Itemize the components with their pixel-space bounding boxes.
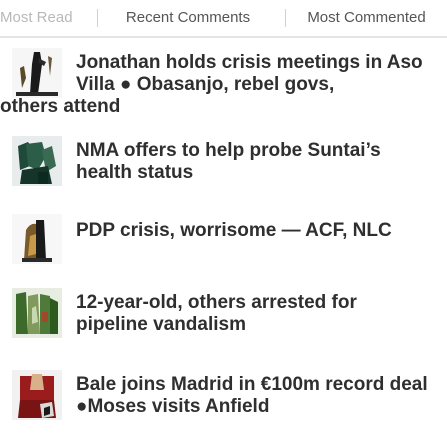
article-headline[interactable]: Bale joins Madrid in €100m record deal ●… [76,374,429,418]
list-item[interactable]: Bale joins Madrid in €100m record deal ●… [0,370,447,430]
article-headline[interactable]: NMA offers to help probe Suntai’s health… [76,140,429,184]
tab-most-commented[interactable]: Most Commented [286,0,447,36]
tab-most-read[interactable]: Most Read [0,0,92,36]
photo-thumbnail-icon [12,136,62,186]
photo-thumbnail-icon [12,370,62,420]
article-thumbnail[interactable] [12,48,62,98]
tab-recent-comments[interactable]: Recent Comments [98,0,278,36]
list-item[interactable]: 12-year-old, others arrested for pipelin… [0,288,447,358]
list-item[interactable]: Jonathan holds crisis meetings in Aso Vi… [0,48,447,128]
photo-thumbnail-icon [12,288,62,338]
list-item[interactable]: PDP crisis, worrisome — ACF, NLC [0,214,447,274]
article-thumbnail[interactable] [12,288,62,338]
article-headline[interactable]: PDP crisis, worrisome — ACF, NLC [76,220,429,242]
photo-thumbnail-icon [12,214,62,264]
tab-underline [0,36,447,38]
article-thumbnail[interactable] [12,370,62,420]
photo-thumbnail-icon [12,48,62,98]
article-thumbnail[interactable] [12,136,62,186]
article-headline[interactable]: Jonathan holds crisis meetings in Aso Vi… [76,52,429,96]
article-thumbnail[interactable] [12,214,62,264]
article-headline-continuation[interactable]: others attend [0,96,120,118]
list-item[interactable]: NMA offers to help probe Suntai’s health… [0,134,447,206]
tab-bar: Most Read Recent Comments Most Commented [0,0,447,38]
article-headline[interactable]: 12-year-old, others arrested for pipelin… [76,292,429,336]
